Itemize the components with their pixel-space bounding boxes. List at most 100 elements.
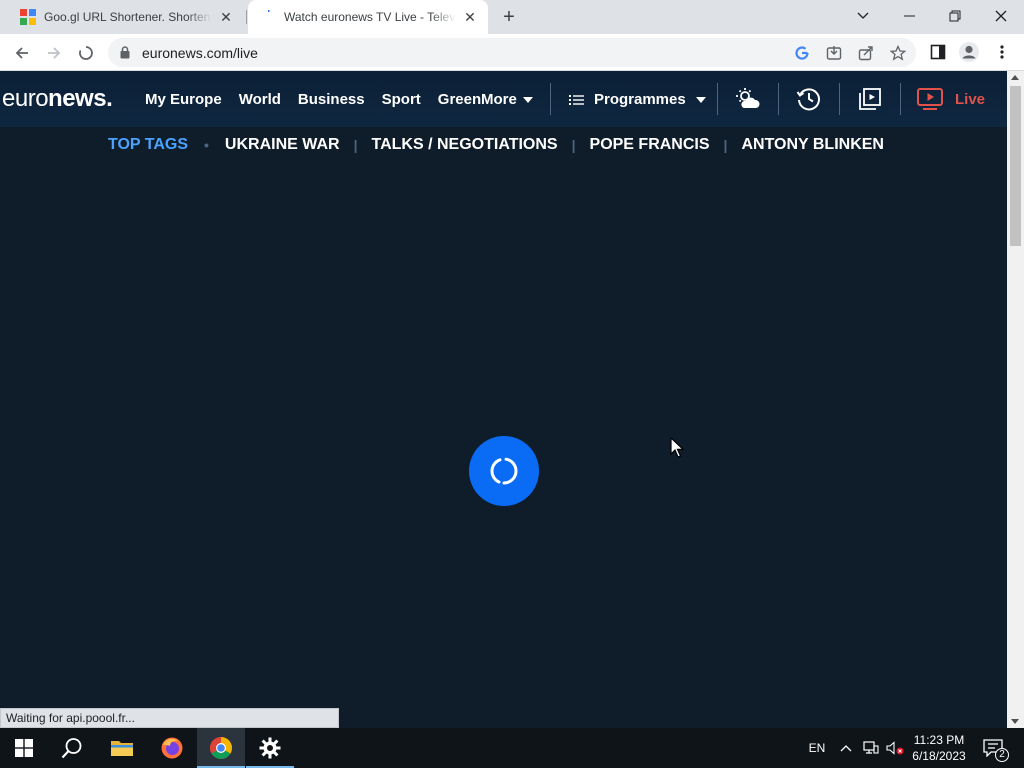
browser-toolbar: euronews.com/live — [0, 34, 1024, 71]
profile-avatar-icon[interactable] — [958, 41, 980, 63]
tag-link[interactable]: ANTONY BLINKEN — [741, 136, 884, 154]
firefox-icon — [161, 737, 183, 759]
main-nav: My Europe World Business Sport Green — [145, 91, 498, 108]
windows-taskbar: EN 11:23 PM 6/18/2023 2 — [0, 728, 1024, 768]
install-app-icon[interactable] — [825, 44, 843, 62]
minimize-button[interactable] — [886, 0, 932, 32]
loading-spinner — [469, 436, 539, 506]
chrome-icon — [210, 737, 232, 759]
notifications-button[interactable]: 2 — [978, 728, 1009, 768]
share-icon[interactable] — [857, 44, 875, 62]
show-hidden-icons-chevron-icon[interactable] — [836, 728, 856, 768]
close-window-button[interactable] — [978, 0, 1024, 32]
top-tags-bar: TOP TAGS • UKRAINE WAR | TALKS / NEGOTIA… — [0, 127, 1007, 167]
clock-date: 6/18/2023 — [912, 749, 966, 763]
tag-separator: | — [571, 137, 576, 153]
scroll-up-arrow-icon[interactable] — [1011, 75, 1019, 80]
new-tab-button[interactable]: + — [496, 5, 522, 29]
top-tags-heading: TOP TAGS — [108, 136, 189, 153]
tab-title: Goo.gl URL Shortener. Shorten U — [44, 10, 212, 24]
clock-time: 11:23 PM — [913, 733, 965, 747]
close-tab-icon[interactable]: ✕ — [462, 9, 478, 25]
nav-my-europe[interactable]: My Europe — [145, 91, 222, 108]
live-tv-icon — [917, 88, 943, 110]
restore-button[interactable] — [932, 0, 978, 32]
tab-search-icon[interactable] — [840, 0, 886, 32]
caret-down-icon — [695, 96, 706, 103]
windows-logo-icon — [15, 739, 33, 757]
nav-sport[interactable]: Sport — [382, 91, 421, 108]
mouse-cursor-icon — [670, 437, 684, 458]
tab-title: Watch euronews TV Live - Televis — [284, 10, 456, 24]
system-clock[interactable]: 11:23 PM 6/18/2023 — [905, 732, 973, 764]
weather-icon[interactable] — [734, 85, 762, 113]
list-icon — [569, 94, 584, 105]
folder-icon — [111, 741, 133, 756]
tag-separator: • — [204, 137, 209, 153]
tab-separator — [246, 10, 247, 24]
notification-count-badge: 2 — [995, 748, 1009, 762]
video-playlist-icon[interactable] — [856, 85, 884, 113]
back-button[interactable] — [8, 39, 36, 67]
scrollbar-thumb[interactable] — [1010, 86, 1021, 246]
side-panel-icon[interactable] — [927, 41, 949, 63]
file-explorer-button[interactable] — [98, 728, 146, 768]
caret-down-icon — [522, 96, 533, 103]
programmes-label: Programmes — [594, 91, 686, 108]
network-icon[interactable] — [860, 728, 882, 768]
tab-euronews[interactable]: Watch euronews TV Live - Televis ✕ — [248, 0, 488, 34]
kebab-menu-icon[interactable] — [991, 41, 1013, 63]
stop-loading-button[interactable] — [72, 39, 100, 67]
live-label: Live — [955, 90, 986, 108]
site-header: euronews. My Europe World Business Sport… — [0, 71, 1007, 127]
firefox-button[interactable] — [148, 728, 196, 768]
googl-icon — [20, 9, 36, 25]
volume-muted-icon[interactable] — [884, 728, 906, 768]
address-bar[interactable]: euronews.com/live — [108, 38, 916, 67]
tab-googl[interactable]: Goo.gl URL Shortener. Shorten U ✕ — [8, 0, 244, 34]
scroll-down-arrow-icon[interactable] — [1011, 719, 1019, 724]
forward-button[interactable] — [40, 39, 68, 67]
programmes-menu-button[interactable]: Programmes — [569, 91, 706, 108]
close-tab-icon[interactable]: ✕ — [218, 9, 234, 25]
header-divider — [717, 83, 718, 115]
chrome-button[interactable] — [197, 728, 245, 768]
header-divider — [839, 83, 840, 115]
settings-button[interactable] — [246, 728, 294, 768]
latest-news-clock-icon[interactable] — [795, 85, 823, 113]
tag-link[interactable]: TALKS / NEGOTIATIONS — [372, 136, 558, 154]
gear-icon — [259, 737, 281, 759]
browser-status-bar: Waiting for api.poool.fr... — [0, 708, 339, 728]
nav-world[interactable]: World — [239, 91, 281, 108]
logo-bold-part: news. — [48, 85, 113, 112]
screen: Goo.gl URL Shortener. Shorten U ✕ Watch … — [0, 0, 1024, 768]
language-indicator[interactable]: EN — [804, 728, 830, 768]
euronews-logo[interactable]: euronews. — [2, 85, 113, 113]
more-label: More — [481, 91, 517, 108]
tag-link[interactable]: UKRAINE WAR — [225, 136, 340, 154]
url-text: euronews.com/live — [142, 45, 258, 61]
tab-strip: Goo.gl URL Shortener. Shorten U ✕ Watch … — [0, 0, 1024, 34]
nav-green[interactable]: Green — [438, 91, 481, 108]
tag-separator: | — [723, 137, 728, 153]
google-lens-icon[interactable] — [793, 44, 811, 62]
search-icon — [61, 738, 82, 759]
tag-separator: | — [353, 137, 358, 153]
more-menu-button[interactable]: More — [481, 91, 533, 108]
page-scrollbar[interactable] — [1007, 71, 1024, 728]
page-viewport: euronews. My Europe World Business Sport… — [0, 71, 1007, 728]
bookmark-star-icon[interactable] — [889, 44, 907, 62]
header-divider — [900, 83, 901, 115]
logo-light-part: euro — [2, 85, 49, 112]
loading-spinner-icon — [490, 457, 518, 485]
lock-icon — [120, 46, 130, 59]
header-divider — [778, 83, 779, 115]
top-tags-list: TOP TAGS • UKRAINE WAR | TALKS / NEGOTIA… — [108, 136, 884, 154]
header-divider — [550, 83, 551, 115]
live-button[interactable]: Live — [917, 88, 985, 110]
nav-business[interactable]: Business — [298, 91, 365, 108]
loading-spinner-icon — [267, 10, 270, 13]
search-button[interactable] — [48, 728, 96, 768]
start-button[interactable] — [0, 728, 48, 768]
tag-link[interactable]: POPE FRANCIS — [590, 136, 710, 154]
